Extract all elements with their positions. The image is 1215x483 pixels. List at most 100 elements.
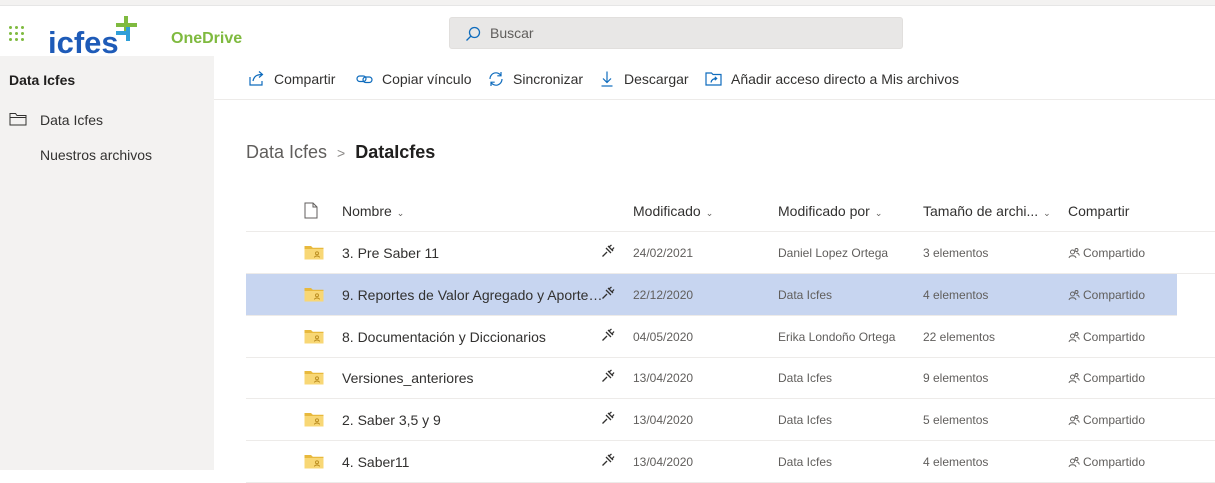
- sharing-label: Compartido: [1083, 413, 1146, 428]
- column-header-size[interactable]: Tamaño de archi... ⌄: [923, 203, 1051, 219]
- file-size: 22 elementos: [923, 329, 996, 344]
- pin-icon[interactable]: [601, 328, 615, 342]
- breadcrumb-current: DataIcfes: [355, 142, 436, 162]
- sharing-label: Compartido: [1083, 246, 1146, 260]
- modified-by[interactable]: Data Icfes: [778, 371, 832, 385]
- pin-icon[interactable]: [601, 411, 615, 425]
- chevron-down-icon: ⌄: [1043, 208, 1051, 218]
- pin-icon[interactable]: [601, 453, 615, 467]
- modified-date: 13/04/2020: [633, 371, 694, 386]
- pin-icon[interactable]: [601, 244, 615, 258]
- breadcrumb: Data Icfes > DataIcfes: [246, 142, 435, 163]
- copy-link-label: Copiar vínculo: [382, 71, 472, 87]
- search-input[interactable]: [490, 18, 890, 48]
- sharing-status[interactable]: Compartido: [1068, 288, 1145, 302]
- pin-icon[interactable]: [601, 369, 615, 383]
- modified-date: 24/02/2021: [633, 246, 694, 260]
- column-header-modified-by[interactable]: Modificado por ⌄: [778, 203, 882, 219]
- file-size: 3 elementos: [923, 246, 989, 260]
- modified-by[interactable]: Data Icfes: [778, 288, 832, 302]
- shared-folder-icon: [304, 455, 324, 469]
- column-header-sharing-label: Compartir: [1068, 203, 1130, 219]
- table-row[interactable]: 8. Documentación y Diccionarios 04/05/20…: [246, 316, 1215, 358]
- shared-folder-icon: [304, 287, 324, 302]
- breadcrumb-parent[interactable]: Data Icfes: [246, 142, 327, 163]
- copy-link-button[interactable]: Copiar vínculo: [356, 69, 472, 89]
- sharing-status[interactable]: Compartido: [1068, 455, 1145, 469]
- command-bar: Compartir Copiar vínculo Sincronizar Des…: [214, 56, 1215, 100]
- file-size: 5 elementos: [923, 413, 989, 428]
- sharing-status[interactable]: Compartido: [1068, 330, 1145, 344]
- add-shortcut-button[interactable]: Añadir acceso directo a Mis archivos: [705, 69, 959, 89]
- modified-date: 04/05/2020: [633, 329, 694, 344]
- sync-label: Sincronizar: [513, 71, 584, 87]
- file-size: 4 elementos: [923, 455, 989, 469]
- shared-folder-icon: [304, 329, 324, 344]
- column-header-size-label: Tamaño de archi...: [923, 203, 1039, 219]
- table-row[interactable]: 9. Reportes de Valor Agregado y Aporte R…: [246, 273, 1177, 316]
- modified-date: 22/12/2020: [633, 287, 694, 302]
- column-header-sharing[interactable]: Compartir: [1068, 203, 1129, 219]
- link-icon: [356, 75, 373, 84]
- modified-by[interactable]: Erika Londoño Ortega: [778, 330, 895, 344]
- folder-outline-icon: [9, 113, 27, 126]
- sharing-label: Compartido: [1083, 329, 1146, 344]
- modified-by[interactable]: Data Icfes: [778, 455, 832, 469]
- modified-by[interactable]: Daniel Lopez Ortega: [778, 246, 888, 260]
- table-row[interactable]: 3. Pre Saber 11 24/02/2021 Daniel Lopez …: [246, 232, 1215, 274]
- people-icon: [1068, 248, 1080, 259]
- people-icon: [1068, 331, 1080, 342]
- sidebar-item-label: Data Icfes: [40, 112, 104, 128]
- column-header-name-label: Nombre: [342, 203, 392, 219]
- people-icon: [1068, 457, 1080, 468]
- sidebar-item-label: Nuestros archivos: [40, 147, 153, 163]
- file-name[interactable]: 2. Saber 3,5 y 9: [342, 412, 604, 428]
- sharing-label: Compartido: [1083, 287, 1146, 302]
- share-label: Compartir: [274, 71, 336, 87]
- icfes-logo[interactable]: icfes: [46, 12, 142, 58]
- shared-folder-icon: [304, 246, 324, 260]
- sharing-label: Compartido: [1083, 371, 1146, 386]
- download-label: Descargar: [624, 71, 689, 87]
- file-name[interactable]: 8. Documentación y Diccionarios: [342, 329, 604, 345]
- sync-button[interactable]: Sincronizar: [487, 69, 583, 89]
- file-type-icon[interactable]: [304, 202, 318, 219]
- sync-icon: [489, 72, 503, 86]
- chevron-down-icon: ⌄: [396, 208, 405, 218]
- column-header-name[interactable]: Nombre ⌄: [342, 203, 404, 219]
- sharing-status[interactable]: Compartido: [1068, 413, 1145, 427]
- shared-folder-icon: [304, 413, 324, 427]
- file-size: 4 elementos: [923, 287, 989, 302]
- download-button[interactable]: Descargar: [598, 69, 689, 89]
- search-box[interactable]: [449, 17, 903, 49]
- table-row[interactable]: 4. Saber11 13/04/2020 Data Icfes 4 eleme…: [246, 441, 1215, 483]
- app-name[interactable]: OneDrive: [171, 30, 242, 48]
- shared-folder-icon: [304, 371, 324, 385]
- sidebar-item-data-icfes[interactable]: Data Icfes: [0, 106, 214, 136]
- table-row[interactable]: Versiones_anteriores 13/04/2020 Data Icf…: [246, 357, 1215, 400]
- chevron-down-icon: ⌄: [705, 208, 714, 218]
- file-name[interactable]: Versiones_anteriores: [342, 370, 604, 386]
- pin-icon[interactable]: [601, 286, 615, 300]
- download-icon: [601, 71, 613, 87]
- breadcrumb-separator: >: [337, 144, 346, 161]
- table-row[interactable]: 2. Saber 3,5 y 9 13/04/2020 Data Icfes 5…: [246, 399, 1215, 442]
- modified-by[interactable]: Data Icfes: [778, 413, 832, 427]
- app-launcher-icon[interactable]: [9, 26, 25, 42]
- file-name[interactable]: 3. Pre Saber 11: [342, 245, 604, 261]
- sharing-status[interactable]: Compartido: [1068, 246, 1145, 260]
- file-name[interactable]: 4. Saber11: [342, 454, 604, 470]
- shortcut-icon: [705, 72, 722, 86]
- column-header-modified-label: Modificado: [633, 203, 701, 219]
- column-header-modified[interactable]: Modificado ⌄: [633, 203, 713, 219]
- share-button[interactable]: Compartir: [248, 69, 335, 89]
- modified-date: 13/04/2020: [633, 455, 694, 469]
- column-header-modified-by-label: Modificado por: [778, 203, 870, 219]
- sidebar-item-nuestros-archivos[interactable]: Nuestros archivos: [0, 141, 214, 171]
- file-name[interactable]: 9. Reportes de Valor Agregado y Aporte R…: [342, 287, 604, 303]
- sharing-label: Compartido: [1083, 455, 1146, 469]
- logo-text: icfes: [48, 25, 119, 58]
- sharing-status[interactable]: Compartido: [1068, 371, 1145, 385]
- sidebar-title: Data Icfes: [9, 72, 76, 88]
- people-icon: [1068, 415, 1080, 426]
